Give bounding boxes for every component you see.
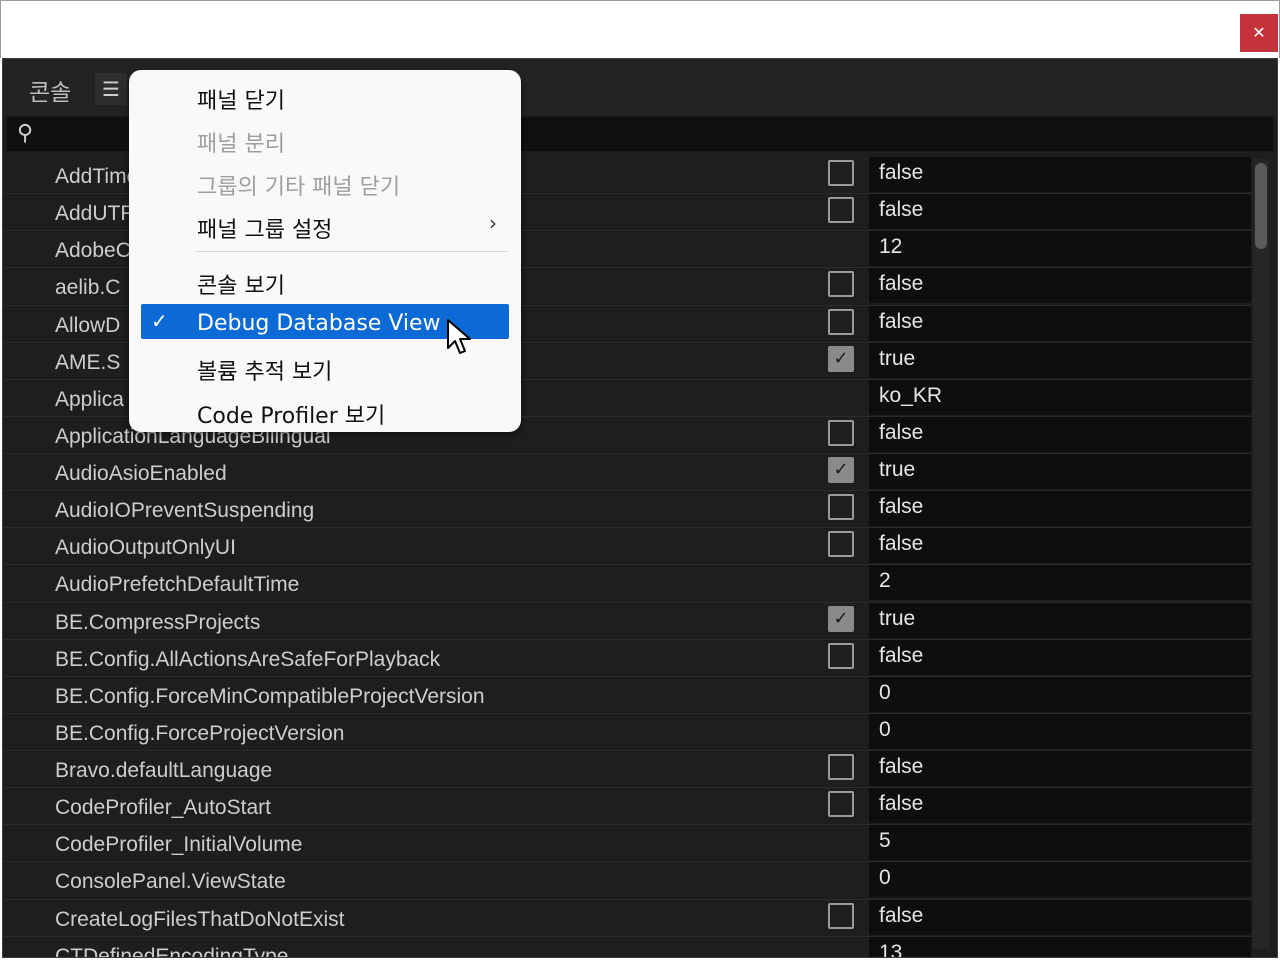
table-row[interactable]: BE.CompressProjects ✓ true [3, 602, 1251, 640]
row-value-field[interactable]: ko_KR [869, 379, 1251, 415]
menu-item-label: 패널 분리 [197, 132, 285, 157]
table-row[interactable]: BE.Config.AllActionsAreSafeForPlayback fa… [3, 639, 1251, 677]
menu-item[interactable]: 패널 그룹 설정 › [141, 205, 509, 243]
row-value-field[interactable]: true [869, 454, 1251, 489]
chevron-right-icon: › [489, 211, 497, 235]
row-checkbox[interactable] [828, 160, 854, 186]
row-checkbox[interactable]: ✓ [828, 345, 854, 372]
row-checkbox[interactable]: ✓ [828, 605, 854, 632]
row-checkbox[interactable] [828, 642, 854, 669]
row-value-field[interactable]: false [869, 416, 1251, 452]
menu-item-label: Debug Database View [197, 311, 441, 336]
table-row[interactable]: BE.Config.ForceMinCompatibleProjectVersi… [3, 676, 1251, 714]
row-value-field[interactable]: false [869, 268, 1251, 304]
row-value-field[interactable]: 0 [869, 862, 1251, 898]
table-row[interactable]: CodeProfiler_AutoStart false [3, 788, 1251, 826]
row-value-field[interactable]: true [869, 342, 1251, 378]
mouse-pointer-icon [447, 319, 471, 354]
row-value-field[interactable]: false [869, 528, 1251, 564]
row-checkbox[interactable] [828, 902, 854, 929]
row-value-field[interactable]: false [869, 491, 1251, 527]
row-value-field[interactable]: 2 [869, 565, 1251, 601]
row-key-label: CTDefinedEncodingType [55, 944, 289, 958]
table-row[interactable]: Bravo.defaultLanguage false [3, 751, 1251, 789]
row-value-field[interactable]: false [869, 157, 1251, 192]
menu-item-label: 패널 그룹 설정 [197, 218, 333, 243]
row-checkbox[interactable] [828, 197, 854, 224]
table-row[interactable]: CodeProfiler_InitialVolume 5 [3, 825, 1251, 863]
row-key-label: BE.Config.AllActionsAreSafeForPlayback [55, 647, 441, 671]
menu-item-label: 그룹의 기타 패널 닫기 [197, 175, 401, 200]
table-row[interactable]: AudioAsioEnabled ✓ true [3, 454, 1251, 492]
panel-menu-button[interactable]: ☰ [95, 73, 127, 105]
row-key-label: Applica [55, 387, 124, 411]
menu-item-label: Code Profiler 보기 [197, 404, 386, 429]
row-value-field[interactable]: false [869, 305, 1251, 341]
row-checkbox[interactable] [828, 271, 854, 298]
row-key-label: AudioIOPreventSuspending [55, 499, 315, 523]
table-row[interactable]: CTDefinedEncodingType 13 [3, 936, 1251, 958]
row-key-label: CreateLogFilesThatDoNotExist [55, 907, 345, 931]
window-titlebar: ✕ [0, 0, 1280, 58]
table-row[interactable]: AudioOutputOnlyUI false [3, 528, 1251, 566]
vertical-scrollbar[interactable] [1253, 159, 1269, 949]
row-value-field[interactable]: 0 [869, 713, 1251, 749]
menu-item[interactable]: Code Profiler 보기 [141, 391, 509, 429]
scrollbar-thumb[interactable] [1255, 163, 1267, 249]
row-value-field[interactable]: 5 [869, 825, 1251, 861]
row-key-label: AME.S [55, 350, 121, 374]
row-key-label: AllowD [55, 313, 121, 337]
table-row[interactable]: AudioIOPreventSuspending false [3, 491, 1251, 529]
row-key-label: BE.Config.ForceProjectVersion [55, 721, 345, 745]
panel-context-menu: 패널 닫기패널 분리그룹의 기타 패널 닫기패널 그룹 설정 › 콘솔 보기 ✓ Deb… [129, 70, 521, 432]
row-key-label: BE.CompressProjects [55, 610, 261, 634]
menu-item-label: 볼륨 추적 보기 [197, 360, 333, 385]
checkmark-icon: ✓ [151, 309, 168, 333]
row-value-field[interactable]: false [869, 788, 1251, 824]
search-icon: ⚲ [17, 121, 34, 146]
row-value-field[interactable]: false [869, 899, 1251, 935]
hamburger-icon: ☰ [102, 77, 120, 101]
row-checkbox[interactable]: ✓ [828, 457, 854, 483]
row-value-field[interactable]: true [869, 602, 1251, 638]
row-key-label: AudioAsioEnabled [55, 462, 227, 485]
row-key-label: Bravo.defaultLanguage [55, 759, 273, 782]
row-key-label: BE.Config.ForceMinCompatibleProjectVersi… [55, 684, 485, 708]
row-checkbox[interactable] [828, 419, 854, 446]
row-checkbox[interactable] [828, 308, 854, 335]
row-value-field[interactable]: 12 [869, 231, 1251, 267]
row-checkbox[interactable] [828, 531, 854, 558]
menu-separator [195, 251, 507, 252]
row-key-label: AudioOutputOnlyUI [55, 536, 236, 560]
menu-item-label: 콘솔 보기 [197, 274, 285, 299]
row-key-label: ConsolePanel.ViewState [55, 870, 286, 894]
row-checkbox[interactable] [828, 791, 854, 818]
row-checkbox[interactable] [828, 754, 854, 780]
row-value-field[interactable]: false [869, 639, 1251, 675]
table-row[interactable]: BE.Config.ForceProjectVersion 0 [3, 713, 1251, 751]
menu-item-label: 패널 닫기 [197, 89, 285, 114]
menu-item: 패널 분리 [141, 119, 509, 157]
row-value-field[interactable]: false [869, 751, 1251, 786]
menu-item[interactable]: 콘솔 보기 [141, 261, 509, 299]
close-button[interactable]: ✕ [1240, 14, 1278, 52]
menu-item[interactable]: 패널 닫기 [141, 76, 509, 114]
close-icon: ✕ [1252, 23, 1266, 42]
table-row[interactable]: ConsolePanel.ViewState 0 [3, 862, 1251, 900]
table-row[interactable]: CreateLogFilesThatDoNotExist false [3, 899, 1251, 937]
menu-item: 그룹의 기타 패널 닫기 [141, 162, 509, 200]
row-key-label: CodeProfiler_InitialVolume [55, 833, 303, 857]
tab-console[interactable]: 콘솔 [29, 73, 71, 107]
row-key-label: AudioPrefetchDefaultTime [55, 573, 300, 597]
row-checkbox[interactable] [828, 494, 854, 521]
row-value-field[interactable]: 13 [869, 936, 1251, 957]
row-key-label: CodeProfiler_AutoStart [55, 796, 271, 820]
row-value-field[interactable]: false [869, 194, 1251, 230]
table-row[interactable]: AudioPrefetchDefaultTime 2 [3, 565, 1251, 603]
row-key-label: aelib.C [55, 276, 121, 300]
row-value-field[interactable]: 0 [869, 676, 1251, 712]
